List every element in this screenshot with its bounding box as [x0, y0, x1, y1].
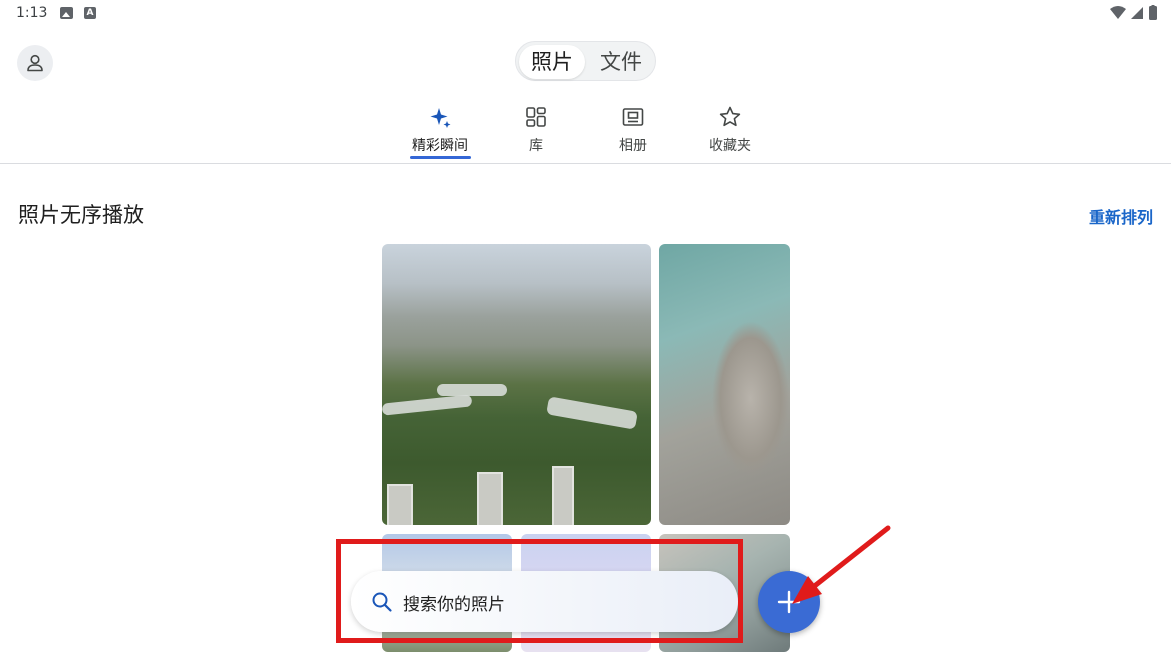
cell-signal-icon: [1131, 7, 1143, 19]
photo-detail: [437, 384, 507, 396]
account-avatar-button[interactable]: [17, 45, 53, 81]
toggle-photos[interactable]: 照片: [519, 45, 585, 79]
sparkle-icon: [430, 108, 451, 128]
tab-highlights-label: 精彩瞬间: [412, 138, 468, 154]
tab-favorites-label: 收藏夹: [709, 138, 751, 154]
a-notification-icon: A: [84, 7, 96, 19]
photos-files-toggle: 照片 文件: [515, 41, 656, 81]
wifi-icon: [1110, 6, 1126, 19]
image-notification-icon: [60, 7, 73, 19]
photo-detail: [546, 396, 638, 430]
tab-favorites[interactable]: 收藏夹: [690, 105, 770, 155]
tab-library-label: 库: [529, 138, 543, 154]
tab-albums[interactable]: 相册: [593, 105, 673, 155]
battery-icon: [1149, 6, 1157, 20]
tab-library[interactable]: 库: [496, 105, 576, 155]
tab-highlights[interactable]: 精彩瞬间: [400, 105, 480, 155]
photo-detail: [382, 394, 473, 416]
annotation-highlight-box: [336, 539, 743, 643]
system-status-icons: [1110, 5, 1157, 20]
plus-icon: [777, 590, 801, 614]
status-time: 1:13: [16, 5, 48, 21]
tab-bar: 精彩瞬间 库 相册 收藏夹: [0, 100, 1171, 164]
grid-icon: [526, 107, 546, 127]
album-icon: [622, 108, 644, 126]
photo-detail: [477, 472, 503, 525]
add-button[interactable]: [758, 571, 820, 633]
person-icon: [27, 54, 43, 72]
photo-city-view[interactable]: [382, 244, 651, 525]
star-icon: [719, 106, 741, 127]
status-bar: 1:13 A: [0, 0, 1171, 28]
rearrange-button[interactable]: 重新排列: [1089, 204, 1153, 228]
photo-detail: [552, 466, 574, 525]
photo-detail: [387, 484, 413, 525]
toggle-files[interactable]: 文件: [588, 45, 654, 79]
section-title: 照片无序播放: [18, 203, 144, 227]
tab-albums-label: 相册: [619, 138, 647, 154]
photo-cat[interactable]: [659, 244, 790, 525]
active-tab-indicator: [410, 156, 471, 159]
